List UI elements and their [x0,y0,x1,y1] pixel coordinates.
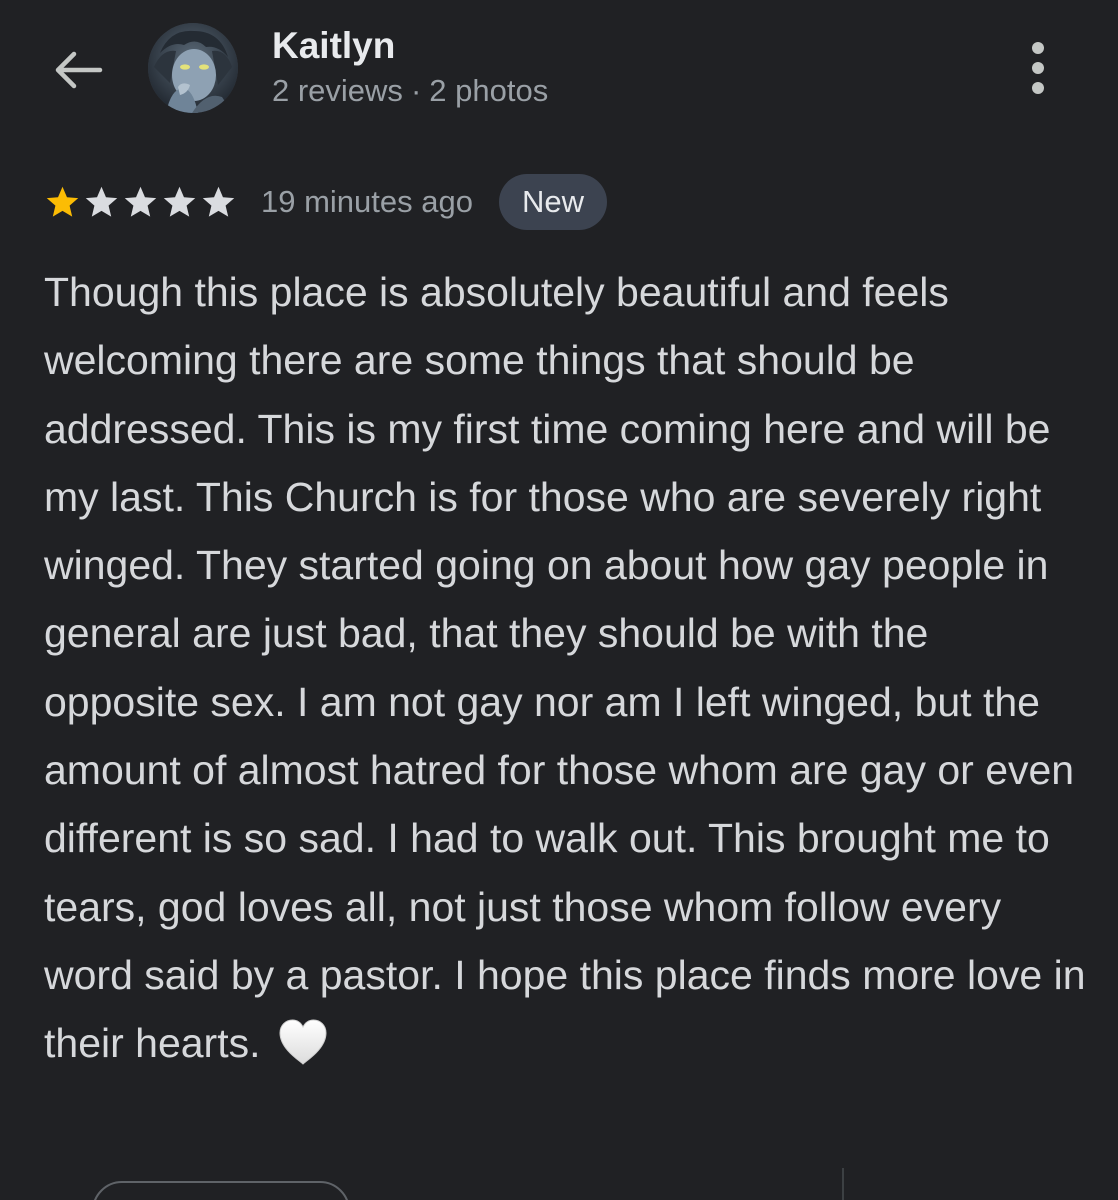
reviewer-stats[interactable]: 2 reviews · 2 photos [272,71,548,111]
divider [842,1168,844,1200]
review-body: Though this place is absolutely beautifu… [44,269,1086,1067]
photos-count: 2 photos [429,73,549,108]
reviews-count: 2 reviews [272,73,403,108]
back-button[interactable] [50,42,106,98]
review-time: 19 minutes ago [261,184,473,219]
meta-separator: · [410,73,422,108]
star-empty-icon [163,186,196,217]
white-heart-icon [279,1019,327,1065]
review-meta-row: 19 minutes ago New [44,174,607,230]
star-empty-icon [202,186,235,217]
star-filled-icon [46,186,79,217]
more-options-button[interactable] [1014,38,1062,98]
avatar[interactable] [148,23,238,113]
action-chip[interactable] [92,1181,350,1200]
profile-avatar-image [148,23,238,113]
star-empty-icon [124,186,157,217]
more-vertical-icon [1032,42,1044,94]
reviewer-name[interactable]: Kaitlyn [272,24,395,68]
star-rating [44,184,237,221]
star-empty-icon [85,186,118,217]
review-text: Though this place is absolutely beautifu… [44,258,1094,1078]
arrow-left-icon [55,51,103,89]
new-badge: New [498,174,607,230]
